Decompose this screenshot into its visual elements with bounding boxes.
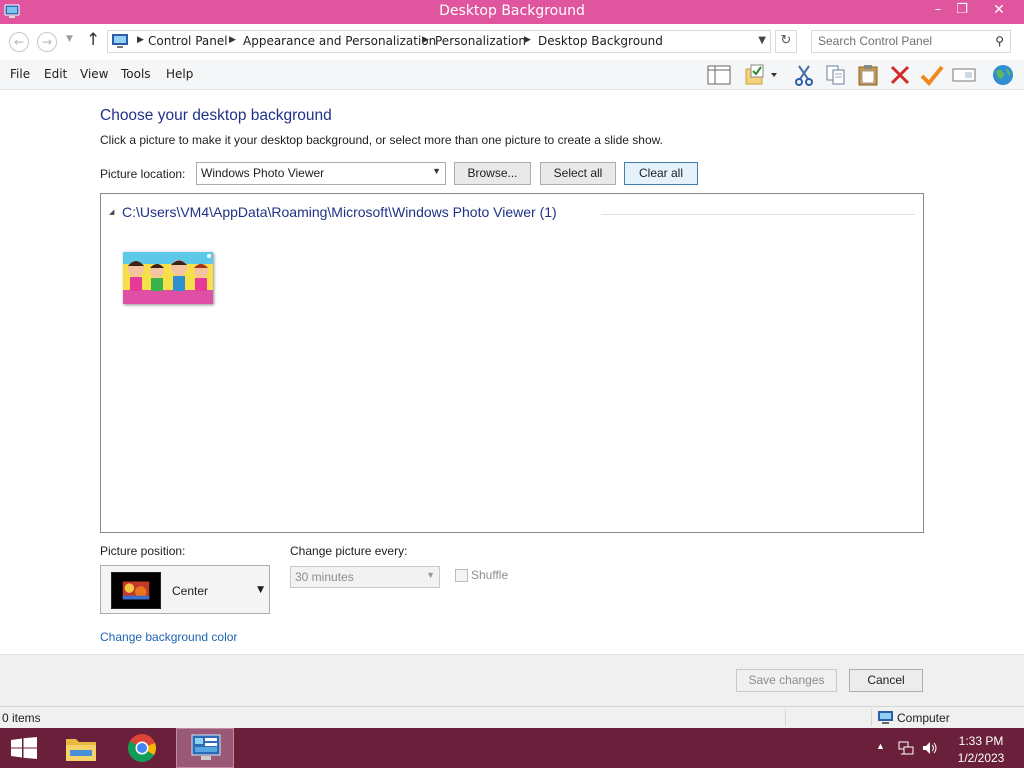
control-panel-icon: [112, 34, 128, 48]
chrome-icon: [128, 734, 156, 762]
check-icon[interactable]: [919, 63, 945, 87]
chevron-down-icon: ▼: [432, 166, 441, 176]
computer-icon: [878, 711, 893, 724]
menu-help[interactable]: Help: [166, 67, 193, 81]
position-preview-image: [111, 572, 161, 609]
forward-button[interactable]: →: [37, 32, 57, 52]
copy-icon[interactable]: [823, 63, 849, 87]
items-count: 0 items: [2, 711, 41, 725]
picture-position-select[interactable]: Center ▼: [100, 565, 270, 614]
volume-icon[interactable]: [921, 740, 939, 756]
breadcrumb-control-panel[interactable]: Control Panel: [148, 34, 228, 48]
taskbar-file-explorer[interactable]: [58, 728, 106, 768]
breadcrumb-separator-icon: ▶: [524, 35, 531, 45]
breadcrumb-personalization[interactable]: Personalization: [435, 34, 526, 48]
taskbar-control-panel[interactable]: [176, 728, 234, 768]
change-picture-interval-select[interactable]: 30 minutes ▼: [290, 566, 440, 588]
browse-button[interactable]: Browse...: [454, 162, 531, 185]
window-title: Desktop Background: [439, 3, 585, 19]
dialog-footer: Save changes Cancel: [0, 654, 1024, 706]
select-all-button[interactable]: Select all: [540, 162, 616, 185]
up-arrow-icon: ↑: [86, 30, 101, 50]
recent-locations-dropdown-icon[interactable]: ▼: [66, 34, 73, 44]
rename-icon[interactable]: [951, 63, 977, 87]
picture-location-select[interactable]: Windows Photo Viewer ▼: [196, 162, 446, 185]
layout-icon[interactable]: [706, 63, 732, 87]
paste-icon[interactable]: [855, 63, 881, 87]
breadcrumb-separator-icon: ▶: [422, 35, 429, 45]
clock-date[interactable]: 1/2/2023: [950, 751, 1012, 765]
show-hidden-icons-button[interactable]: ▲: [876, 741, 885, 751]
cancel-button[interactable]: Cancel: [849, 669, 923, 692]
status-bar: 0 items Computer: [0, 706, 1024, 728]
menu-tools[interactable]: Tools: [121, 67, 151, 81]
cut-icon[interactable]: [791, 63, 817, 87]
chevron-down-icon: ▼: [257, 585, 264, 595]
address-dropdown-icon[interactable]: ▼: [758, 35, 766, 46]
forward-arrow-icon: →: [41, 35, 53, 49]
picture-thumbnail[interactable]: [123, 252, 213, 304]
change-picture-interval-value: 30 minutes: [295, 570, 354, 584]
picture-location-label: Picture location:: [100, 167, 186, 181]
back-arrow-icon: ←: [13, 35, 25, 49]
menu-bar: File Edit View Tools Help: [0, 60, 1024, 90]
chevron-down-icon: ▼: [426, 570, 435, 580]
delete-icon[interactable]: [887, 63, 913, 87]
title-bar: Desktop Background – ❐ ✕: [0, 0, 1024, 24]
properties-icon[interactable]: [743, 63, 779, 87]
breadcrumb-appearance[interactable]: Appearance and Personalization: [243, 34, 436, 48]
search-input[interactable]: Search Control Panel ⚲: [811, 30, 1011, 53]
picture-position-label: Picture position:: [100, 544, 186, 558]
collapse-group-icon[interactable]: ◢: [109, 208, 114, 216]
group-divider: [601, 214, 915, 215]
change-picture-label: Change picture every:: [290, 544, 408, 558]
globe-icon[interactable]: [990, 63, 1016, 87]
maximize-button[interactable]: ❐: [948, 0, 976, 22]
up-level-button[interactable]: ↑: [86, 30, 100, 50]
taskbar-chrome[interactable]: [118, 728, 166, 768]
breadcrumb-separator-icon: ▶: [229, 35, 236, 45]
clock-time[interactable]: 1:33 PM: [950, 734, 1012, 748]
picture-gallery[interactable]: ◢ C:\Users\VM4\AppData\Roaming\Microsoft…: [100, 193, 924, 533]
picture-location-value: Windows Photo Viewer: [201, 166, 325, 180]
menu-view[interactable]: View: [80, 67, 108, 81]
shuffle-label: Shuffle: [471, 568, 509, 582]
menu-edit[interactable]: Edit: [44, 67, 67, 81]
control-panel-icon: [191, 734, 221, 760]
status-divider: [785, 709, 786, 726]
breadcrumb-separator-icon: ▶: [137, 35, 144, 45]
gallery-group-title[interactable]: C:\Users\VM4\AppData\Roaming\Microsoft\W…: [122, 204, 557, 220]
search-icon[interactable]: ⚲: [995, 34, 1004, 48]
breadcrumb-desktop-background[interactable]: Desktop Background: [538, 34, 663, 48]
folder-icon: [66, 739, 96, 761]
status-divider: [871, 709, 872, 726]
menu-file[interactable]: File: [10, 67, 30, 81]
clear-all-button[interactable]: Clear all: [624, 162, 698, 185]
close-button[interactable]: ✕: [976, 0, 1022, 22]
windows-logo-icon: [11, 737, 37, 759]
back-button[interactable]: ←: [9, 32, 29, 52]
search-placeholder: Search Control Panel: [818, 34, 933, 48]
taskbar: ▲ 1:33 PM 1/2/2023: [0, 728, 1024, 768]
status-location: Computer: [897, 711, 950, 725]
address-row: ← → ▼ ↑ ▶ Control Panel ▶ Appearance and…: [0, 24, 1024, 60]
address-bar[interactable]: ▶ Control Panel ▶ Appearance and Persona…: [107, 30, 771, 53]
refresh-icon: ↻: [780, 33, 792, 48]
save-changes-button[interactable]: Save changes: [736, 669, 837, 692]
change-background-color-link[interactable]: Change background color: [100, 630, 237, 644]
picture-position-value: Center: [172, 584, 209, 598]
start-button[interactable]: [0, 728, 48, 768]
shuffle-checkbox[interactable]: [455, 569, 468, 582]
refresh-button[interactable]: ↻: [775, 30, 797, 53]
page-description: Click a picture to make it your desktop …: [100, 133, 663, 147]
page-heading: Choose your desktop background: [100, 107, 332, 124]
network-icon[interactable]: [898, 740, 914, 756]
